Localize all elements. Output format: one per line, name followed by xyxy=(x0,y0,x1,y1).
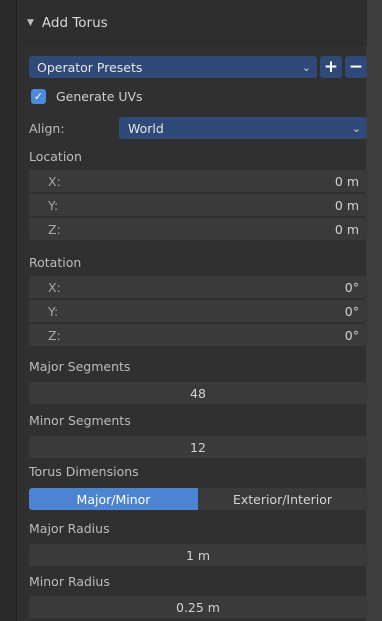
minor-segments-label: Minor Segments xyxy=(29,413,131,428)
align-value: World xyxy=(128,120,164,136)
generate-uvs-checkbox[interactable]: ✓ xyxy=(31,88,46,104)
exterior-interior-option[interactable]: Exterior/Interior xyxy=(198,488,367,510)
field-value: 0° xyxy=(344,279,359,295)
rotation-z-field[interactable]: Z: 0° xyxy=(29,324,367,346)
operator-presets-label: Operator Presets xyxy=(37,59,143,75)
field-value: 0° xyxy=(344,303,359,319)
triangle-down-icon[interactable]: ▼ xyxy=(27,18,34,28)
remove-preset-button[interactable]: − xyxy=(345,56,367,78)
axis-label: X: xyxy=(48,279,61,295)
align-dropdown[interactable]: World ⌄ xyxy=(119,117,367,139)
operator-presets-dropdown[interactable]: Operator Presets ⌄ xyxy=(29,56,317,78)
axis-label: Y: xyxy=(48,197,59,213)
operator-presets-row: Operator Presets ⌄ + − xyxy=(29,56,367,78)
chevron-down-icon: ⌄ xyxy=(301,60,311,74)
field-value: 0 m xyxy=(334,197,359,213)
major-segments-label: Major Segments xyxy=(29,359,131,374)
location-label: Location xyxy=(29,149,82,164)
add-preset-button[interactable]: + xyxy=(320,56,342,78)
rotation-label: Rotation xyxy=(29,255,82,270)
torus-dimensions-label: Torus Dimensions xyxy=(29,464,139,479)
field-value: 0° xyxy=(344,327,359,343)
field-value: 0 m xyxy=(334,173,359,189)
generate-uvs-row[interactable]: ✓ Generate UVs xyxy=(29,85,367,107)
major-radius-label: Major Radius xyxy=(29,521,110,536)
rotation-fields: X: 0° Y: 0° Z: 0° xyxy=(29,276,367,346)
axis-label: Z: xyxy=(48,327,61,343)
align-label: Align: xyxy=(29,120,65,136)
generate-uvs-label: Generate UVs xyxy=(56,88,143,104)
rotation-x-field[interactable]: X: 0° xyxy=(29,276,367,298)
location-z-field[interactable]: Z: 0 m xyxy=(29,218,367,240)
checkmark-icon: ✓ xyxy=(33,89,44,103)
location-y-field[interactable]: Y: 0 m xyxy=(29,194,367,216)
minor-radius-label: Minor Radius xyxy=(29,574,110,589)
add-torus-operator-panel: ▼ Add Torus Operator Presets ⌄ + − ✓ Gen… xyxy=(16,0,367,621)
location-x-field[interactable]: X: 0 m xyxy=(29,170,367,192)
rotation-y-field[interactable]: Y: 0° xyxy=(29,300,367,322)
axis-label: Z: xyxy=(48,221,61,237)
torus-dimensions-toggle: Major/Minor Exterior/Interior xyxy=(29,488,367,510)
field-value: 48 xyxy=(190,385,206,401)
major-minor-option[interactable]: Major/Minor xyxy=(29,488,198,510)
major-segments-field[interactable]: 48 xyxy=(29,382,367,404)
location-fields: X: 0 m Y: 0 m Z: 0 m xyxy=(29,170,367,240)
align-row: Align: World ⌄ xyxy=(29,117,367,139)
field-value: 0 m xyxy=(334,221,359,237)
panel-header[interactable]: ▼ Add Torus xyxy=(17,0,367,46)
3d-viewport-background xyxy=(366,0,382,621)
minor-radius-field[interactable]: 0.25 m xyxy=(29,596,367,618)
panel-title: Add Torus xyxy=(41,15,108,31)
field-value: 0.25 m xyxy=(176,599,220,615)
axis-label: X: xyxy=(48,173,61,189)
field-value: 1 m xyxy=(185,547,211,563)
minor-segments-field[interactable]: 12 xyxy=(29,436,367,458)
chevron-down-icon: ⌄ xyxy=(351,121,361,135)
axis-label: Y: xyxy=(48,303,59,319)
field-value: 12 xyxy=(190,439,206,455)
major-radius-field[interactable]: 1 m xyxy=(29,544,367,566)
